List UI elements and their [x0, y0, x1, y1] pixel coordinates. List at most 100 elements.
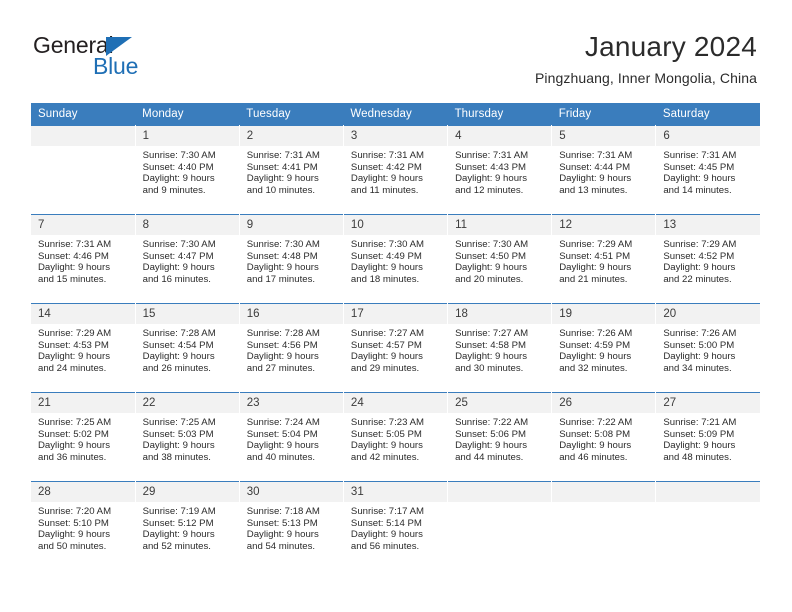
day-cell-30[interactable]: 30 Sunrise: 7:18 AM Sunset: 5:13 PM Dayl…: [239, 481, 344, 571]
sunset-text: Sunset: 4:54 PM: [142, 339, 214, 351]
daylight-text-line1: Daylight: 9 hours: [38, 351, 110, 363]
day-cell-5[interactable]: 5 Sunrise: 7:31 AM Sunset: 4:44 PM Dayli…: [551, 125, 657, 215]
daylight-text-line2: and 50 minutes.: [38, 541, 107, 553]
sunset-text: Sunset: 5:12 PM: [142, 517, 214, 529]
daylight-text-line1: Daylight: 9 hours: [246, 351, 319, 363]
day-cell-8[interactable]: 8 Sunrise: 7:30 AM Sunset: 4:47 PM Dayli…: [135, 214, 240, 304]
daylight-text-line2: and 46 minutes.: [559, 452, 628, 464]
day-cell-7[interactable]: 7 Sunrise: 7:31 AM Sunset: 4:46 PM Dayli…: [31, 214, 136, 304]
sunset-text: Sunset: 4:59 PM: [559, 339, 631, 351]
day-number: [31, 126, 135, 146]
day-details: Sunrise: 7:25 AM Sunset: 5:02 PM Dayligh…: [31, 413, 135, 464]
day-cell-4[interactable]: 4 Sunrise: 7:31 AM Sunset: 4:43 PM Dayli…: [447, 125, 553, 215]
day-cell-11[interactable]: 11 Sunrise: 7:30 AM Sunset: 4:50 PM Dayl…: [447, 214, 553, 304]
sunset-text: Sunset: 4:56 PM: [246, 339, 318, 351]
daylight-text-line1: Daylight: 9 hours: [38, 440, 110, 452]
page-subtitle: Pingzhuang, Inner Mongolia, China: [534, 70, 757, 86]
daylight-text-line2: and 20 minutes.: [455, 274, 524, 286]
general-blue-logo[interactable]: General Blue: [33, 34, 233, 84]
day-cell-21[interactable]: 21 Sunrise: 7:25 AM Sunset: 5:02 PM Dayl…: [31, 392, 136, 482]
daylight-text-line2: and 13 minutes.: [559, 185, 628, 197]
sunset-text: Sunset: 4:50 PM: [455, 250, 526, 262]
day-cell-13[interactable]: 13 Sunrise: 7:29 AM Sunset: 4:52 PM Dayl…: [655, 214, 760, 304]
daylight-text-line1: Daylight: 9 hours: [663, 262, 736, 274]
day-details: Sunrise: 7:31 AM Sunset: 4:44 PM Dayligh…: [552, 146, 655, 197]
calendar-page: General Blue January 2024 Pingzhuang, In…: [0, 0, 792, 612]
daylight-text-line2: and 16 minutes.: [142, 274, 211, 286]
sunset-text: Sunset: 5:04 PM: [246, 428, 318, 440]
daylight-text-line2: and 30 minutes.: [455, 363, 524, 375]
weekday-header-thursday: Thursday: [447, 103, 552, 126]
daylight-text-line2: and 26 minutes.: [142, 363, 211, 375]
day-cell-19[interactable]: 19 Sunrise: 7:26 AM Sunset: 4:59 PM Dayl…: [551, 303, 657, 393]
day-number: 1: [135, 126, 239, 146]
day-cell-28[interactable]: 28 Sunrise: 7:20 AM Sunset: 5:10 PM Dayl…: [31, 481, 136, 571]
daylight-text-line2: and 18 minutes.: [350, 274, 420, 286]
sunset-text: Sunset: 4:45 PM: [663, 161, 735, 173]
day-details: Sunrise: 7:22 AM Sunset: 5:08 PM Dayligh…: [552, 413, 655, 464]
day-details: Sunrise: 7:24 AM Sunset: 5:04 PM Dayligh…: [240, 413, 343, 464]
day-cell-25[interactable]: 25 Sunrise: 7:22 AM Sunset: 5:06 PM Dayl…: [447, 392, 553, 482]
day-cell-22[interactable]: 22 Sunrise: 7:25 AM Sunset: 5:03 PM Dayl…: [135, 392, 240, 482]
daylight-text-line2: and 29 minutes.: [350, 363, 420, 375]
day-number: 6: [656, 126, 760, 146]
daylight-text-line2: and 52 minutes.: [142, 541, 211, 553]
day-details: Sunrise: 7:28 AM Sunset: 4:54 PM Dayligh…: [136, 324, 239, 375]
day-number: 2: [239, 126, 343, 146]
calendar-week-row: 14 Sunrise: 7:29 AM Sunset: 4:53 PM Dayl…: [31, 303, 760, 393]
day-number: 27: [656, 393, 760, 413]
sunrise-text: Sunrise: 7:29 AM: [663, 239, 737, 250]
sunrise-text: Sunrise: 7:30 AM: [455, 239, 529, 250]
day-cell-20[interactable]: 20 Sunrise: 7:26 AM Sunset: 5:00 PM Dayl…: [655, 303, 760, 393]
day-number: 5: [552, 126, 656, 146]
day-cell-16[interactable]: 16 Sunrise: 7:28 AM Sunset: 4:56 PM Dayl…: [239, 303, 344, 393]
sunset-text: Sunset: 4:43 PM: [455, 161, 526, 173]
daylight-text-line1: Daylight: 9 hours: [455, 440, 528, 452]
day-cell-31[interactable]: 31 Sunrise: 7:17 AM Sunset: 5:14 PM Dayl…: [343, 481, 449, 571]
daylight-text-line1: Daylight: 9 hours: [350, 529, 423, 541]
day-details: Sunrise: 7:26 AM Sunset: 4:59 PM Dayligh…: [552, 324, 655, 375]
sunset-text: Sunset: 4:47 PM: [142, 250, 214, 262]
sunrise-text: Sunrise: 7:31 AM: [38, 239, 112, 250]
sunrise-text: Sunrise: 7:27 AM: [350, 328, 424, 339]
day-cell-9[interactable]: 9 Sunrise: 7:30 AM Sunset: 4:48 PM Dayli…: [239, 214, 344, 304]
daylight-text-line2: and 24 minutes.: [38, 363, 107, 375]
daylight-text-line1: Daylight: 9 hours: [663, 440, 736, 452]
day-cell-6[interactable]: 6 Sunrise: 7:31 AM Sunset: 4:45 PM Dayli…: [655, 125, 760, 215]
day-cell-2[interactable]: 2 Sunrise: 7:31 AM Sunset: 4:41 PM Dayli…: [239, 125, 344, 215]
sunset-text: Sunset: 5:08 PM: [559, 428, 631, 440]
day-cell-14[interactable]: 14 Sunrise: 7:29 AM Sunset: 4:53 PM Dayl…: [31, 303, 136, 393]
day-cell-26[interactable]: 26 Sunrise: 7:22 AM Sunset: 5:08 PM Dayl…: [551, 392, 657, 482]
daylight-text-line2: and 56 minutes.: [350, 541, 420, 553]
day-cell-15[interactable]: 15 Sunrise: 7:28 AM Sunset: 4:54 PM Dayl…: [135, 303, 240, 393]
sunrise-text: Sunrise: 7:29 AM: [559, 239, 633, 250]
day-cell-18[interactable]: 18 Sunrise: 7:27 AM Sunset: 4:58 PM Dayl…: [447, 303, 553, 393]
day-number: 14: [31, 304, 135, 324]
day-cell-24[interactable]: 24 Sunrise: 7:23 AM Sunset: 5:05 PM Dayl…: [343, 392, 449, 482]
day-cell-29[interactable]: 29 Sunrise: 7:19 AM Sunset: 5:12 PM Dayl…: [135, 481, 240, 571]
page-header: General Blue January 2024 Pingzhuang, In…: [0, 0, 792, 103]
sunset-text: Sunset: 4:42 PM: [350, 161, 422, 173]
sunset-text: Sunset: 4:44 PM: [559, 161, 631, 173]
sunset-text: Sunset: 5:06 PM: [455, 428, 526, 440]
day-cell-3[interactable]: 3 Sunrise: 7:31 AM Sunset: 4:42 PM Dayli…: [343, 125, 449, 215]
sunrise-text: Sunrise: 7:30 AM: [350, 239, 424, 250]
day-cell-10[interactable]: 10 Sunrise: 7:30 AM Sunset: 4:49 PM Dayl…: [343, 214, 449, 304]
day-number: 9: [239, 215, 343, 235]
day-cell-17[interactable]: 17 Sunrise: 7:27 AM Sunset: 4:57 PM Dayl…: [343, 303, 449, 393]
day-cell-27[interactable]: 27 Sunrise: 7:21 AM Sunset: 5:09 PM Dayl…: [655, 392, 760, 482]
day-number: 30: [239, 482, 343, 502]
day-cell-1[interactable]: 1 Sunrise: 7:30 AM Sunset: 4:40 PM Dayli…: [135, 125, 240, 215]
calendar-week-row: 28 Sunrise: 7:20 AM Sunset: 5:10 PM Dayl…: [31, 481, 760, 571]
sunset-text: Sunset: 5:14 PM: [350, 517, 422, 529]
sunset-text: Sunset: 4:57 PM: [350, 339, 422, 351]
day-cell-23[interactable]: 23 Sunrise: 7:24 AM Sunset: 5:04 PM Dayl…: [239, 392, 344, 482]
daylight-text-line1: Daylight: 9 hours: [455, 351, 528, 363]
daylight-text-line2: and 15 minutes.: [38, 274, 107, 286]
day-cell-12[interactable]: 12 Sunrise: 7:29 AM Sunset: 4:51 PM Dayl…: [551, 214, 657, 304]
daylight-text-line2: and 10 minutes.: [246, 185, 316, 197]
sunrise-text: Sunrise: 7:26 AM: [559, 328, 633, 339]
daylight-text-line2: and 44 minutes.: [455, 452, 524, 464]
sunset-text: Sunset: 5:09 PM: [663, 428, 735, 440]
day-number: 13: [656, 215, 760, 235]
